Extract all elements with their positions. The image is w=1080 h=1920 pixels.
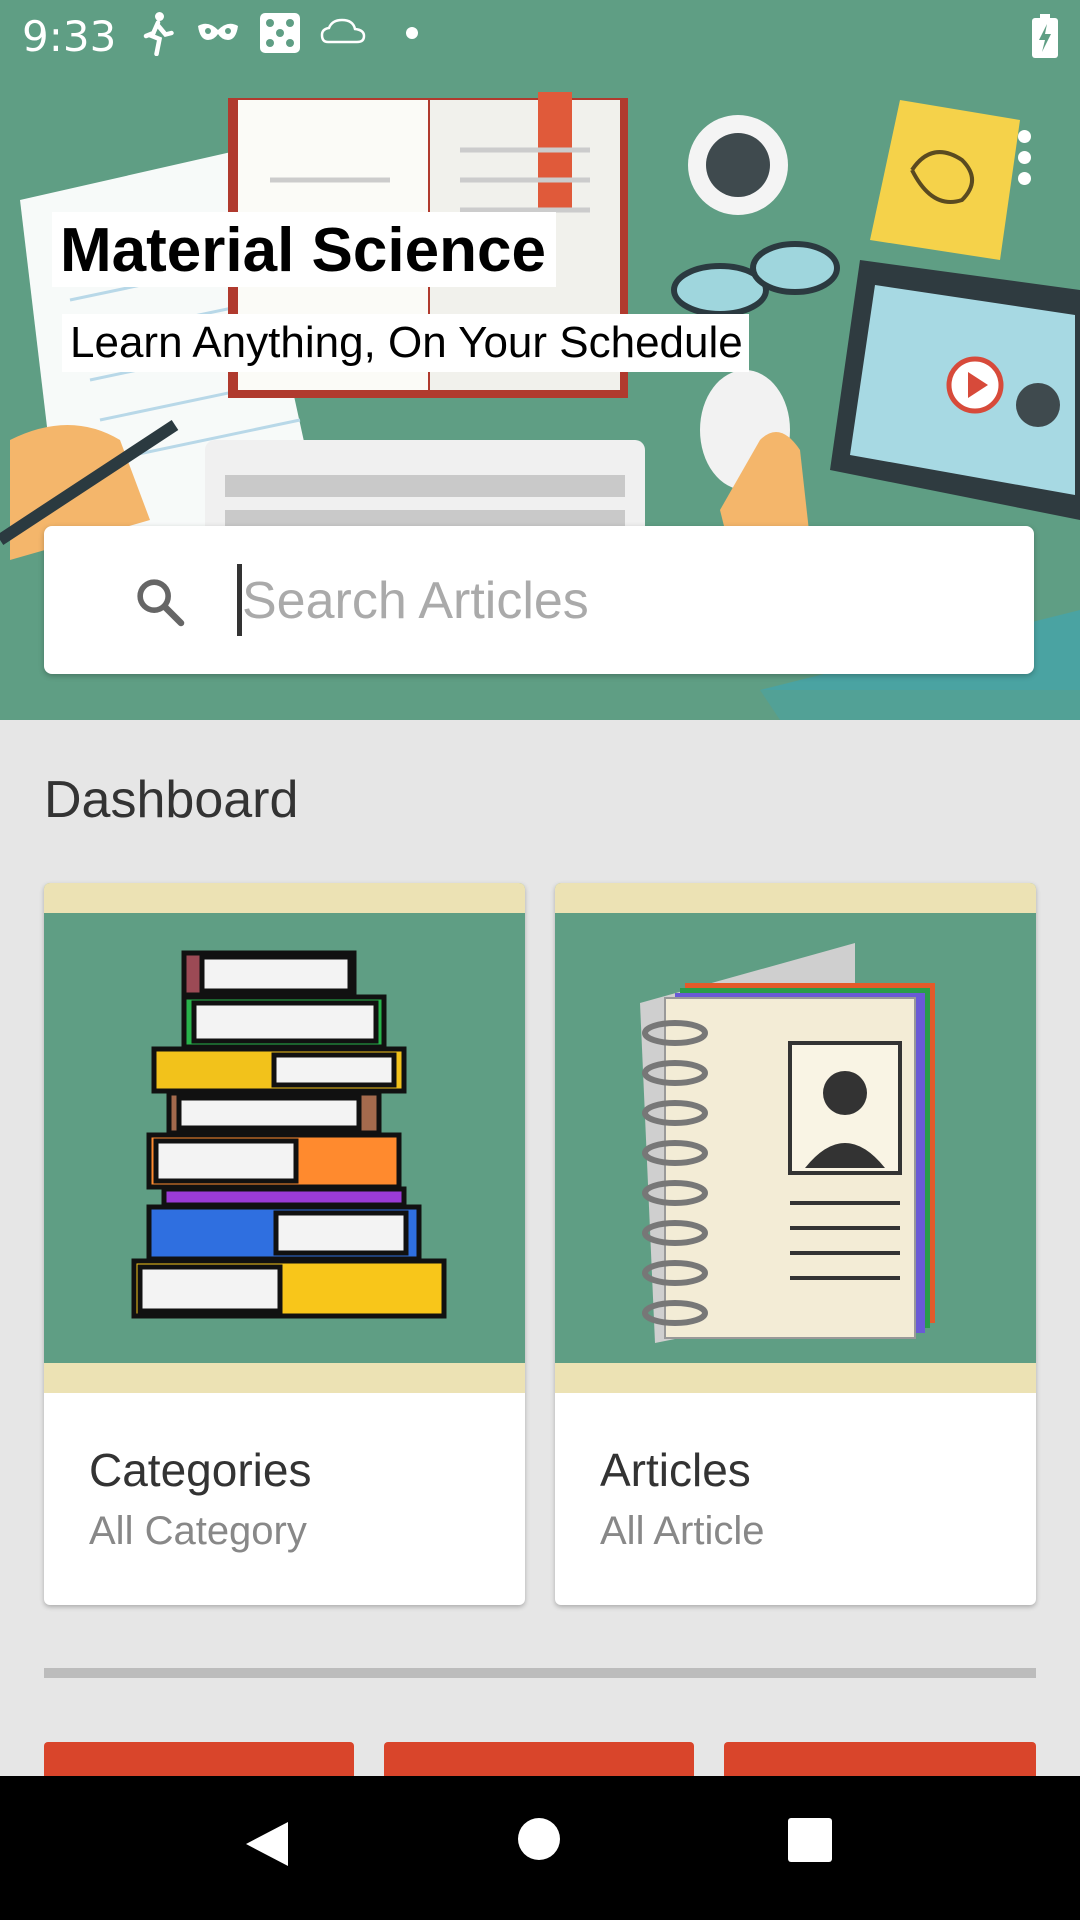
back-icon[interactable] [240, 1816, 296, 1872]
dot-icon [406, 27, 418, 39]
navigation-bar [0, 1776, 1080, 1920]
status-bar: 9:33 [0, 0, 1080, 72]
categories-card[interactable]: Categories All Category [44, 883, 525, 1605]
cloud-icon [320, 18, 366, 44]
recents-icon[interactable] [786, 1816, 834, 1864]
card-subtitle: All Category [89, 1509, 307, 1553]
section-title-dashboard: Dashboard [44, 771, 299, 829]
search-input[interactable] [240, 560, 1004, 642]
mask-icon [198, 23, 238, 40]
book-stack-icon [44, 883, 525, 1393]
dice-icon [260, 13, 300, 53]
articles-card[interactable]: Articles All Article [555, 883, 1036, 1605]
categories-card-image [44, 883, 525, 1393]
card-title: Articles [600, 1444, 751, 1496]
battery-charging-icon [1032, 14, 1058, 58]
status-time: 9:33 [22, 12, 117, 61]
header-banner: Material Science Learn Anything, On Your… [0, 0, 1080, 720]
app-subtitle: Learn Anything, On Your Schedule [70, 318, 743, 367]
walk-icon [143, 12, 174, 56]
articles-card-image [555, 883, 1036, 1393]
card-title: Categories [89, 1444, 312, 1496]
home-icon[interactable] [516, 1816, 562, 1862]
notebook-icon [555, 883, 1036, 1393]
search-bar[interactable] [44, 526, 1034, 674]
app-title: Material Science [60, 216, 546, 285]
section-divider [44, 1668, 1036, 1678]
app-subtitle-box: Learn Anything, On Your Schedule [62, 314, 749, 372]
app-title-box: Material Science [52, 212, 556, 288]
card-subtitle: All Article [600, 1509, 765, 1553]
search-icon [137, 579, 185, 627]
more-options-icon[interactable] [1012, 130, 1036, 190]
